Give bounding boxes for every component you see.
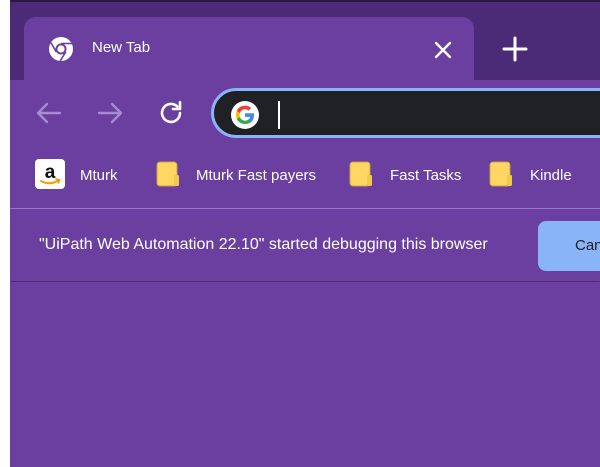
chrome-icon [49,37,73,62]
folder-icon [349,161,372,187]
bookmark-label: Mturk Fast payers [196,167,317,184]
text-caret [278,101,280,129]
infobar-message: "UiPath Web Automation 22.10" started de… [39,236,488,253]
tab-strip-top-border [10,0,600,2]
google-icon [231,101,259,129]
bookmark-mturk[interactable]: a Mturk [35,158,135,192]
address-bar[interactable] [211,88,600,138]
bookmark-label: Fast Tasks [390,167,462,184]
arrow-right-icon [97,102,123,124]
amazon-logo-glyph: a [40,162,61,185]
address-input[interactable] [274,99,600,131]
google-g-glyph [236,105,254,124]
tab-strip: New Tab [10,0,600,81]
reload-button[interactable] [154,96,188,130]
bookmark-folder-kindle[interactable]: Kindle [489,158,589,192]
toolbar [10,80,600,150]
tab-title: New Tab [92,39,151,56]
tab-new-tab[interactable]: New Tab [24,17,474,81]
plus-icon [502,36,528,62]
cancel-button[interactable]: Can [538,221,600,271]
bookmark-folder-mturk-fast-payers[interactable]: Mturk Fast payers [156,158,331,192]
page-content [10,282,600,467]
reload-icon [160,100,182,124]
browser-window: New Tab a Mturk Mturk Fast payers Fast T… [10,0,600,467]
folder-icon [489,161,512,187]
folder-icon [156,161,179,187]
bookmarks-bar: a Mturk Mturk Fast payers Fast Tasks Kin… [10,150,600,206]
arrow-left-icon [36,102,62,124]
forward-button[interactable] [93,96,127,130]
bookmark-label: Kindle [530,167,572,184]
debugging-infobar: "UiPath Web Automation 22.10" started de… [10,209,600,281]
back-button[interactable] [32,96,66,130]
bookmark-label: Mturk [80,167,118,184]
bookmark-folder-fast-tasks[interactable]: Fast Tasks [349,158,474,192]
close-icon-glyph [434,41,452,59]
svg-text:a: a [45,162,56,183]
amazon-icon: a [35,159,65,189]
new-tab-button[interactable] [500,34,530,64]
close-icon[interactable] [430,37,456,63]
